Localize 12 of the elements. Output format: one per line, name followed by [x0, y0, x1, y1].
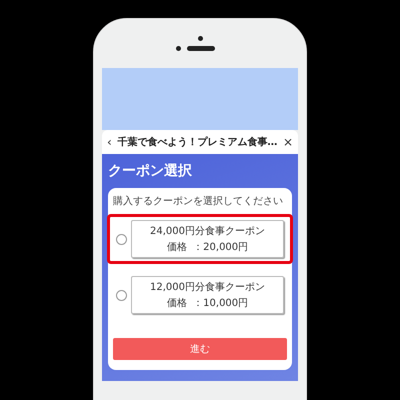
modal-title: 千葉で食べよう！プレミアム食事… [117, 135, 278, 149]
coupon-option[interactable]: 12,000円分食事クーポン 価格 ：10,000円 [131, 276, 284, 314]
radio-button[interactable] [116, 290, 127, 300]
prompt-text: 購入するクーポンを選択してください [113, 194, 284, 208]
back-button[interactable]: ‹ [104, 135, 115, 149]
sensor-icon [176, 46, 180, 51]
coupon-option[interactable]: 24,000円分食事クーポン 価格 ：20,000円 [131, 220, 284, 258]
radio-button[interactable] [116, 234, 127, 244]
speaker-icon [186, 46, 214, 51]
camera-icon [198, 36, 202, 41]
heading: クーポン選択 [108, 162, 193, 180]
close-button[interactable]: × [280, 135, 296, 149]
